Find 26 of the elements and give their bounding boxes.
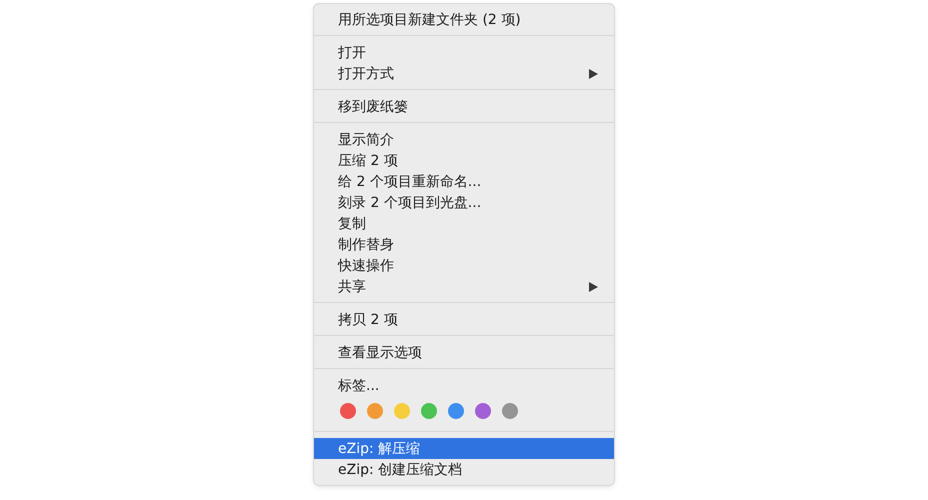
- tag-color-dot[interactable]: [421, 403, 437, 419]
- menu-item[interactable]: 用所选项目新建文件夹 (2 项): [314, 9, 614, 30]
- submenu-arrow-icon: [589, 282, 598, 292]
- tag-color-dot[interactable]: [448, 403, 464, 419]
- menu-item[interactable]: 标签...: [314, 375, 614, 396]
- menu-item[interactable]: 拷贝 2 项: [314, 309, 614, 330]
- tag-color-dot[interactable]: [475, 403, 491, 419]
- menu-item[interactable]: 共享: [314, 276, 614, 297]
- tag-color-dot[interactable]: [367, 403, 383, 419]
- menu-item[interactable]: 复制: [314, 213, 614, 234]
- menu-item[interactable]: 快速操作: [314, 255, 614, 276]
- tag-color-dot[interactable]: [340, 403, 356, 419]
- menu-item[interactable]: 查看显示选项: [314, 342, 614, 363]
- menu-item[interactable]: 刻录 2 个项目到光盘...: [314, 192, 614, 213]
- menu-item[interactable]: 打开方式: [314, 63, 614, 84]
- menu-item[interactable]: 显示简介: [314, 129, 614, 150]
- menu-item[interactable]: eZip: 创建压缩文档: [314, 459, 614, 480]
- tag-color-dot[interactable]: [502, 403, 518, 419]
- menu-item[interactable]: 给 2 个项目重新命名...: [314, 171, 614, 192]
- tag-color-dot[interactable]: [394, 403, 410, 419]
- menu-item[interactable]: 移到废纸篓: [314, 96, 614, 117]
- menu-item[interactable]: 压缩 2 项: [314, 150, 614, 171]
- menu-item[interactable]: eZip: 解压缩: [314, 438, 614, 459]
- menu-item[interactable]: 打开: [314, 42, 614, 63]
- submenu-arrow-icon: [589, 68, 598, 78]
- menu-item[interactable]: 制作替身: [314, 234, 614, 255]
